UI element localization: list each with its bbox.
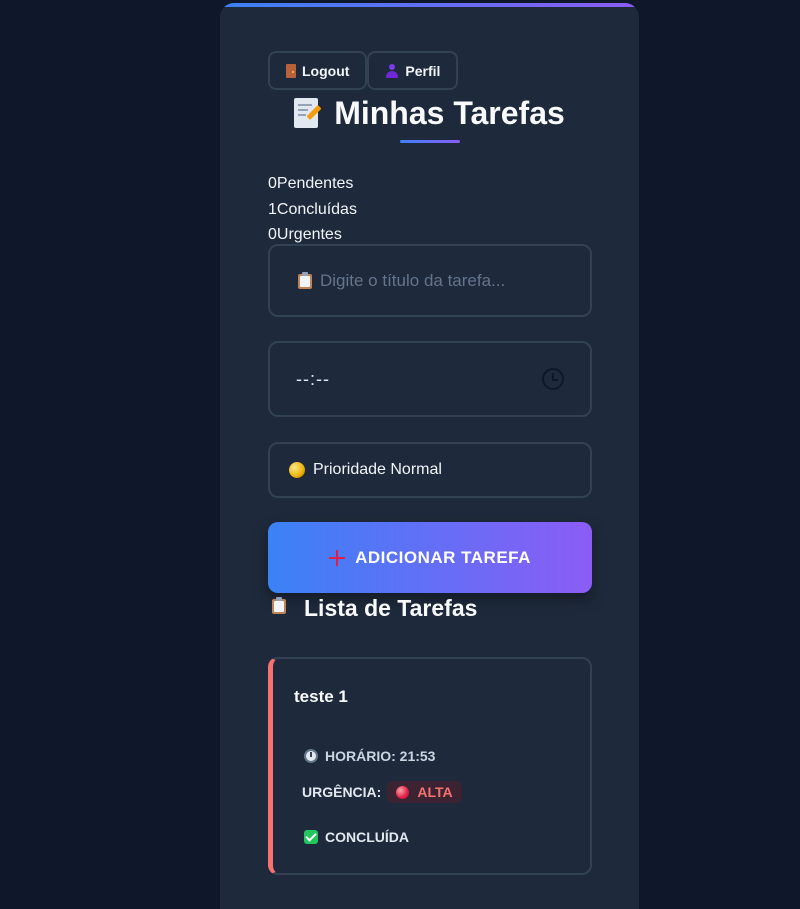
clipboard-icon (272, 596, 292, 621)
profile-label: Perfil (405, 62, 441, 79)
stat-pending: 0Pendentes (268, 175, 354, 192)
page-title: Minhas Tarefas (220, 95, 639, 132)
task-time: HORÁRIO: 21:53 (304, 748, 435, 764)
urgency-value: ALTA (417, 784, 453, 800)
task-title-input[interactable]: Digite o título da tarefa... (268, 244, 592, 317)
logout-button[interactable]: Logout (268, 51, 368, 90)
top-nav: Logout Perfil (268, 51, 459, 90)
clock-icon[interactable] (542, 368, 564, 390)
clipboard-icon (298, 272, 312, 289)
card-accent-bar (220, 3, 639, 7)
page-title-text: Minhas Tarefas (334, 95, 565, 131)
urgency-label: URGÊNCIA: (302, 784, 382, 800)
task-time-input[interactable]: --:-- (268, 341, 592, 417)
add-task-button[interactable]: ADICIONAR TAREFA (268, 522, 592, 593)
alarm-clock-icon (304, 749, 318, 763)
logout-label: Logout (302, 62, 350, 79)
memo-icon (294, 97, 322, 130)
task-title-placeholder: Digite o título da tarefa... (320, 270, 506, 290)
title-underline (400, 140, 460, 143)
task-list-title: Lista de Tarefas (304, 595, 478, 621)
add-task-label: ADICIONAR TAREFA (355, 547, 531, 567)
door-icon (286, 63, 296, 78)
priority-select[interactable]: Prioridade Normal (268, 442, 592, 498)
time-value: --:-- (296, 368, 330, 389)
red-circle-icon (396, 785, 410, 799)
task-status[interactable]: CONCLUÍDA (304, 829, 409, 845)
task-status-label: CONCLUÍDA (325, 829, 409, 845)
task-item[interactable]: teste 1 HORÁRIO: 21:53 URGÊNCIA: ALTA CO… (268, 657, 592, 875)
priority-value: Prioridade Normal (313, 461, 442, 478)
stat-completed: 1Concluídas (268, 200, 357, 218)
todo-card: Logout Perfil Minhas Tarefas 0Pendentes … (220, 3, 639, 909)
task-name: teste 1 (294, 687, 348, 706)
task-list-heading: Lista de Tarefas (272, 595, 477, 622)
profile-button[interactable]: Perfil (367, 51, 459, 90)
plus-icon (329, 549, 346, 566)
stats-summary: 0Pendentes 1Concluídas 0Urgentes (268, 171, 357, 248)
check-icon[interactable] (304, 830, 318, 844)
user-icon (385, 63, 399, 78)
urgency-badge: ALTA (387, 781, 462, 803)
yellow-circle-icon (289, 462, 305, 478)
task-urgency: URGÊNCIA: ALTA (302, 781, 462, 803)
task-time-label: HORÁRIO: 21:53 (325, 748, 436, 764)
